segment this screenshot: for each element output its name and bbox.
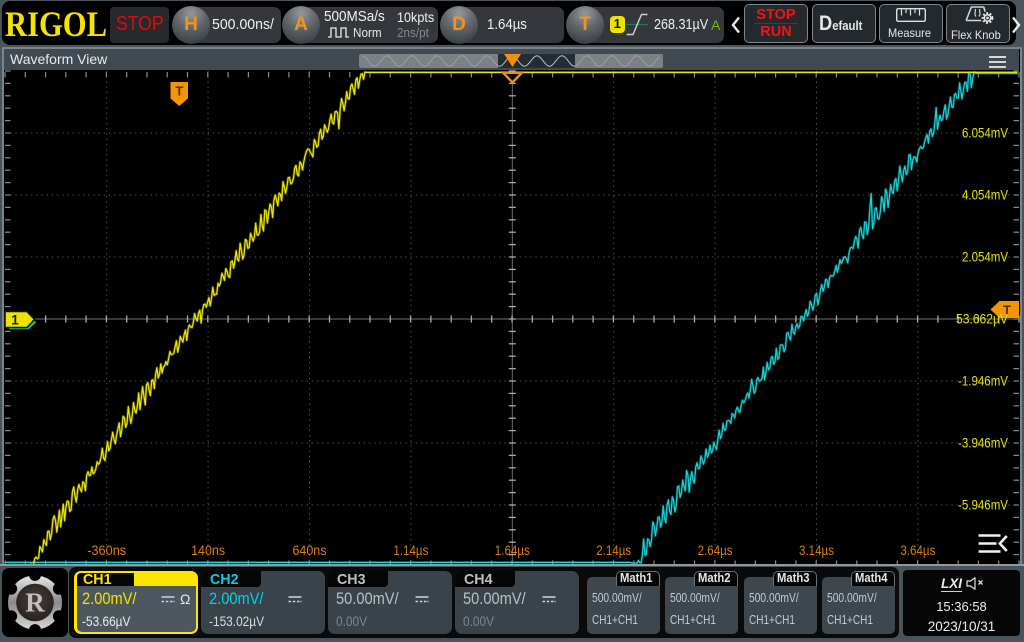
svg-text:-5.946mV: -5.946mV: [958, 498, 1008, 513]
svg-text:53.662µV: 53.662µV: [956, 312, 1008, 327]
svg-text:140ns: 140ns: [191, 543, 225, 558]
svg-text:3.14µs: 3.14µs: [799, 543, 834, 558]
svg-text:3.64µs: 3.64µs: [900, 543, 935, 558]
svg-text:R: R: [25, 588, 45, 618]
svg-text:-3.946mV: -3.946mV: [958, 436, 1008, 451]
svg-text:T: T: [175, 84, 183, 99]
svg-text:2.14µs: 2.14µs: [596, 543, 631, 558]
svg-text:2.054mV: 2.054mV: [962, 250, 1008, 265]
svg-text:-1.946mV: -1.946mV: [958, 374, 1008, 389]
svg-text:1: 1: [11, 313, 19, 328]
svg-text:1.14µs: 1.14µs: [393, 543, 428, 558]
svg-text:-360ns: -360ns: [87, 543, 126, 558]
svg-text:4.054mV: 4.054mV: [962, 188, 1008, 203]
svg-text:640ns: 640ns: [293, 543, 327, 558]
svg-text:2.64µs: 2.64µs: [698, 543, 733, 558]
svg-text:1.64µs: 1.64µs: [495, 543, 530, 558]
svg-text:6.054mV: 6.054mV: [962, 126, 1008, 141]
